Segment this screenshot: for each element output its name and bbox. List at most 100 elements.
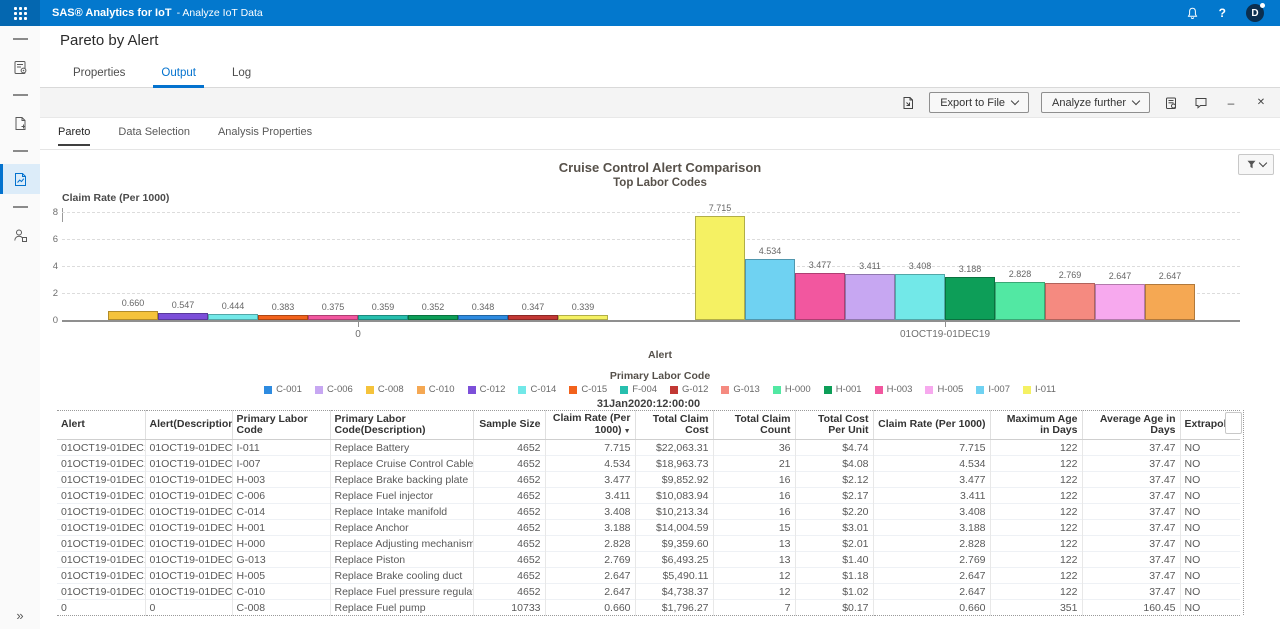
table-scrollbar-corner[interactable] [1225,412,1242,434]
table-cell: I-007 [232,456,330,472]
legend-item-I-007[interactable]: I-007 [976,384,1010,395]
table-row[interactable]: 01OCT19-01DEC1901OCT19-01DEC19C-006Repla… [57,488,1240,504]
legend-item-C-012[interactable]: C-012 [468,384,506,395]
table-cell: $1,796.27 [635,600,713,616]
bar-01OCT19-01DEC19-H-005[interactable] [1095,284,1145,320]
bar-01OCT19-01DEC19-G-013[interactable] [1045,283,1095,320]
table-cell: 2.828 [873,536,990,552]
table-cell: 7 [713,600,795,616]
main-content: Pareto by Alert PropertiesOutputLog Expo… [40,26,1280,629]
table-row[interactable]: 01OCT19-01DEC1901OCT19-01DEC19H-001Repla… [57,520,1240,536]
subtab-pareto[interactable]: Pareto [58,126,90,146]
legend-item-G-013[interactable]: G-013 [721,384,759,395]
comment-icon[interactable] [1192,96,1210,110]
table-row[interactable]: 01OCT19-01DEC1901OCT19-01DEC19H-000Repla… [57,536,1240,552]
legend-item-H-000[interactable]: H-000 [773,384,811,395]
table-cell: 4652 [473,536,545,552]
table-row[interactable]: 00C-008Replace Fuel pump107330.660$1,796… [57,600,1240,616]
col-header-alert-description-[interactable]: Alert(Description) [145,411,232,440]
col-header-sample-size[interactable]: Sample Size [473,411,545,440]
bar-01OCT19-01DEC19-C-014[interactable] [895,274,945,320]
close-icon[interactable]: ✕ [1252,98,1270,108]
legend-item-C-008[interactable]: C-008 [366,384,404,395]
table-scrollbar-track[interactable] [1243,410,1244,615]
table-row[interactable]: 01OCT19-01DEC1901OCT19-01DEC19H-005Repla… [57,568,1240,584]
bar-01OCT19-01DEC19-H-001[interactable] [945,277,995,320]
col-header-total-claim-count[interactable]: Total Claim Count [713,411,795,440]
bar-0-C-001[interactable] [458,315,508,320]
table-cell: 01OCT19-01DEC19 [57,504,145,520]
sidebar-item-users[interactable] [0,220,40,250]
app-launcher-button[interactable] [0,0,40,26]
export-to-file-button[interactable]: Export to File [929,92,1029,113]
legend-item-G-012[interactable]: G-012 [670,384,708,395]
legend-item-H-003[interactable]: H-003 [875,384,913,395]
table-row[interactable]: 01OCT19-01DEC1901OCT19-01DEC19G-013Repla… [57,552,1240,568]
table-row[interactable]: 01OCT19-01DEC1901OCT19-01DEC19I-011Repla… [57,440,1240,456]
col-header-alert[interactable]: Alert [57,411,145,440]
bar-01OCT19-01DEC19-I-007[interactable] [745,259,795,320]
legend-swatch [417,386,425,394]
subtab-data-selection[interactable]: Data Selection [118,126,190,146]
col-header-maximum-age-in-days[interactable]: Maximum Age in Days [990,411,1082,440]
pdf-preview-icon[interactable] [899,96,917,110]
sidebar-item-data[interactable] [0,108,40,138]
tab-log[interactable]: Log [219,60,264,87]
legend-swatch [366,386,374,394]
tab-output[interactable]: Output [148,60,209,87]
bell-icon[interactable] [1186,7,1199,20]
bar-0-C-008[interactable] [108,311,158,320]
bar-0-C-015[interactable] [258,315,308,320]
col-header-total-cost-per-unit[interactable]: Total Cost Per Unit [795,411,873,440]
bar-01OCT19-01DEC19-I-011[interactable] [695,216,745,320]
sidebar-item-program[interactable] [0,52,40,82]
legend-item-F-004[interactable]: F-004 [620,384,657,395]
subtab-analysis-properties[interactable]: Analysis Properties [218,126,312,146]
legend-swatch [875,386,883,394]
legend-item-C-001[interactable]: C-001 [264,384,302,395]
table-row[interactable]: 01OCT19-01DEC1901OCT19-01DEC19I-007Repla… [57,456,1240,472]
table-row[interactable]: 01OCT19-01DEC1901OCT19-01DEC19H-003Repla… [57,472,1240,488]
legend-item-C-006[interactable]: C-006 [315,384,353,395]
bar-0-H-003[interactable] [308,315,358,320]
bar-0-C-014[interactable] [208,314,258,320]
table-cell: 3.408 [545,504,635,520]
legend-item-C-015[interactable]: C-015 [569,384,607,395]
sidebar-item-reports[interactable] [0,164,40,194]
bar-01OCT19-01DEC19-C-010[interactable] [1145,284,1195,320]
expand-sidebar-button[interactable]: » [0,608,40,623]
bar-01OCT19-01DEC19-H-000[interactable] [995,282,1045,320]
legend-swatch [468,386,476,394]
col-header-average-age-in-days[interactable]: Average Age in Days [1082,411,1180,440]
legend-label: H-005 [937,384,963,395]
bar-0-H-001[interactable] [408,315,458,320]
clipboard-icon[interactable] [1162,96,1180,110]
legend-item-H-005[interactable]: H-005 [925,384,963,395]
bar-0-C-012[interactable] [158,313,208,320]
analyze-further-button[interactable]: Analyze further [1041,92,1150,113]
col-header-claim-rate-per-1000-[interactable]: Claim Rate (Per 1000) [873,411,990,440]
col-header-primary-labor-code[interactable]: Primary Labor Code [232,411,330,440]
legend-item-C-014[interactable]: C-014 [518,384,556,395]
col-header-total-claim-cost[interactable]: Total Claim Cost [635,411,713,440]
table-row[interactable]: 01OCT19-01DEC1901OCT19-01DEC19C-010Repla… [57,584,1240,600]
bar-01OCT19-01DEC19-H-003[interactable] [795,273,845,320]
legend-item-C-010[interactable]: C-010 [417,384,455,395]
bar-value-label: 3.477 [795,260,845,270]
col-header-claim-rate-per-1000-[interactable]: Claim Rate (Per 1000)▼ [545,411,635,440]
col-header-primary-labor-code-description-[interactable]: Primary Labor Code(Description) [330,411,473,440]
tab-properties[interactable]: Properties [60,60,138,87]
table-cell: 0 [145,600,232,616]
table-row[interactable]: 01OCT19-01DEC1901OCT19-01DEC19C-014Repla… [57,504,1240,520]
legend-item-H-001[interactable]: H-001 [824,384,862,395]
bar-0-I-011[interactable] [558,315,608,320]
bar-0-F-004[interactable] [358,315,408,320]
bar-0-G-012[interactable] [508,315,558,320]
legend-item-I-011[interactable]: I-011 [1023,384,1056,395]
table-cell: $10,213.34 [635,504,713,520]
bar-value-label: 0.547 [158,300,208,310]
avatar[interactable]: D [1246,4,1264,22]
help-icon[interactable]: ? [1219,6,1226,20]
minimize-icon[interactable]: – [1222,97,1240,109]
bar-01OCT19-01DEC19-C-006[interactable] [845,274,895,320]
